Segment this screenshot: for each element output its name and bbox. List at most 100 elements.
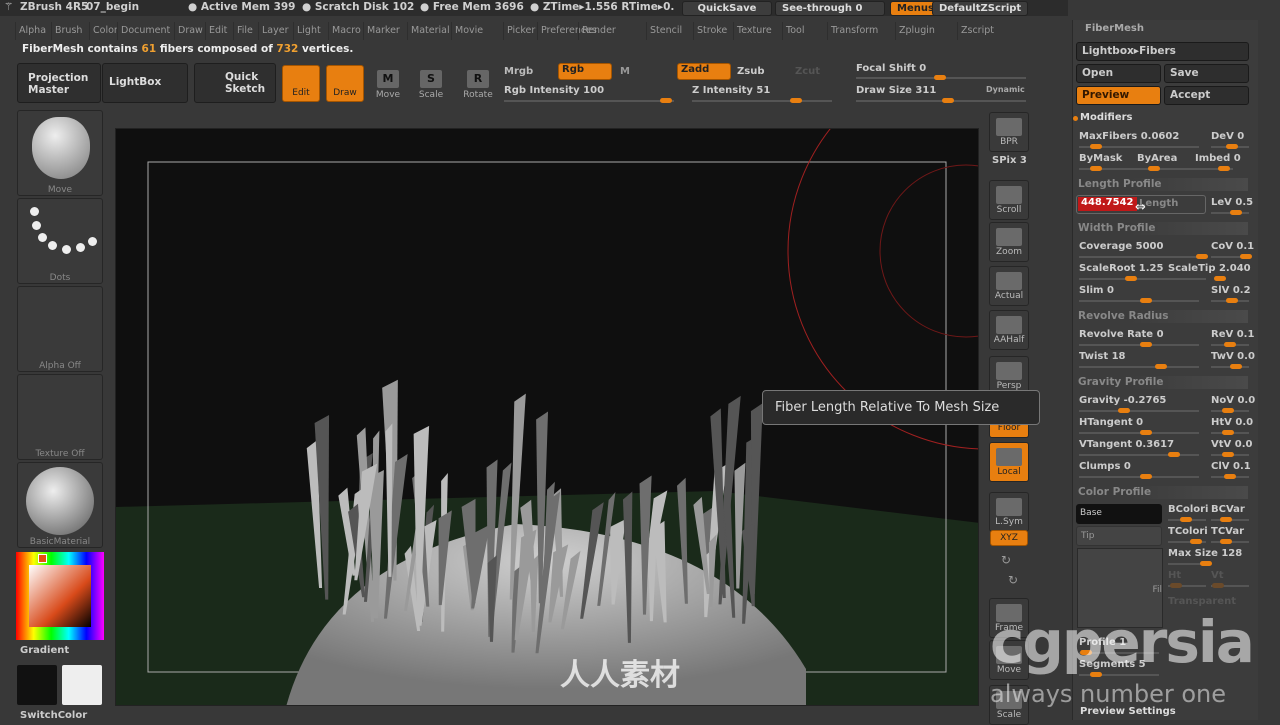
- m-button[interactable]: M: [620, 66, 630, 77]
- menu-macro[interactable]: Macro: [328, 22, 361, 40]
- slider-knob[interactable]: [1170, 583, 1182, 588]
- menu-picker[interactable]: Picker: [503, 22, 535, 40]
- slider-track[interactable]: [1168, 583, 1206, 588]
- shelf-scroll-button[interactable]: Scroll: [989, 180, 1029, 220]
- slider-track[interactable]: [1168, 539, 1206, 544]
- shelf-actual-button[interactable]: Actual: [989, 266, 1029, 306]
- lightbox-button[interactable]: LightBox: [102, 63, 188, 103]
- focal-shift-track[interactable]: [856, 75, 1026, 80]
- color-profile-header[interactable]: Color Profile: [1078, 486, 1248, 499]
- slider-track[interactable]: [1211, 144, 1249, 149]
- slider-knob[interactable]: [1212, 583, 1224, 588]
- accept-button[interactable]: Accept: [1164, 86, 1249, 105]
- tray-tile-2[interactable]: Alpha Off: [17, 286, 103, 372]
- slider-track[interactable]: [1079, 452, 1199, 457]
- width-profile-header[interactable]: Width Profile: [1078, 222, 1248, 235]
- slider-track[interactable]: [1211, 539, 1249, 544]
- shelf-aahalf-button[interactable]: AAHalf: [989, 310, 1029, 350]
- slider-knob[interactable]: [1140, 430, 1152, 435]
- slider-knob[interactable]: [1220, 517, 1232, 522]
- slider-knob[interactable]: [1226, 144, 1238, 149]
- tray-tile-3[interactable]: Texture Off: [17, 374, 103, 460]
- slider-knob[interactable]: [790, 98, 802, 103]
- slider-track[interactable]: [1168, 517, 1206, 522]
- menu-texture[interactable]: Texture: [733, 22, 772, 40]
- focal-shift-slider[interactable]: Focal Shift 0: [856, 63, 926, 74]
- slider-knob[interactable]: [1214, 276, 1226, 281]
- menu-alpha[interactable]: Alpha: [15, 22, 46, 40]
- slider-track[interactable]: [1195, 166, 1233, 171]
- slider-imbed[interactable]: Imbed 0: [1195, 153, 1241, 164]
- slider-slim[interactable]: Slim 0: [1079, 285, 1114, 296]
- slider-knob[interactable]: [1230, 364, 1242, 369]
- slider-track[interactable]: [1211, 517, 1249, 522]
- slider-track[interactable]: [1168, 561, 1212, 566]
- slider-tcvar[interactable]: TCVar: [1211, 526, 1244, 537]
- menu-zplugin[interactable]: Zplugin: [895, 22, 935, 40]
- slider-nov[interactable]: NoV 0.0: [1211, 395, 1255, 406]
- length-slider[interactable]: 448.7542 Length ⇔: [1076, 195, 1206, 215]
- menu-edit[interactable]: Edit: [205, 22, 227, 40]
- menu-transform[interactable]: Transform: [827, 22, 878, 40]
- tray-tile-1[interactable]: Dots: [17, 198, 103, 284]
- color-square[interactable]: [29, 565, 91, 627]
- rotate-mode-button[interactable]: R Rotate: [458, 66, 498, 100]
- slider-vtangent[interactable]: VTangent 0.3617: [1079, 439, 1174, 450]
- mrgb-button[interactable]: Mrgb: [504, 66, 533, 77]
- slider-htangent[interactable]: HTangent 0: [1079, 417, 1143, 428]
- slider-knob[interactable]: [1148, 166, 1160, 171]
- slider-gravity[interactable]: Gravity -0.2765: [1079, 395, 1166, 406]
- slider-knob[interactable]: [1168, 452, 1180, 457]
- slider-knob[interactable]: [1220, 539, 1232, 544]
- slider-twv[interactable]: TwV 0.0: [1211, 351, 1255, 362]
- quick-sketch-button[interactable]: Quick Sketch: [194, 63, 276, 103]
- save-button[interactable]: Save: [1164, 64, 1249, 83]
- slider-knob[interactable]: [1180, 517, 1192, 522]
- slider-track[interactable]: [1079, 254, 1208, 259]
- slider-track[interactable]: [1079, 342, 1199, 347]
- rgb-intensity-track[interactable]: [504, 98, 674, 103]
- zadd-button[interactable]: Zadd: [677, 63, 731, 80]
- slider-bcvar[interactable]: BCVar: [1211, 504, 1245, 515]
- slider-vt[interactable]: Vt: [1211, 570, 1224, 581]
- menu-file[interactable]: File: [233, 22, 253, 40]
- slider-knob[interactable]: [660, 98, 672, 103]
- slider-track[interactable]: [1079, 474, 1199, 479]
- slider-track[interactable]: [1079, 144, 1199, 149]
- length-profile-header[interactable]: Length Profile: [1078, 178, 1248, 191]
- slider-track[interactable]: [1079, 408, 1199, 413]
- slider-knob[interactable]: [1190, 539, 1202, 544]
- menu-stroke[interactable]: Stroke: [693, 22, 727, 40]
- tip-color-tab[interactable]: Tip: [1076, 526, 1162, 546]
- menu-zscript[interactable]: Zscript: [957, 22, 994, 40]
- slider-track[interactable]: [1211, 430, 1249, 435]
- slider-bymask[interactable]: ByMask: [1079, 153, 1122, 164]
- slider-htv[interactable]: HtV 0.0: [1211, 417, 1253, 428]
- slider-knob[interactable]: [1222, 408, 1234, 413]
- menu-marker[interactable]: Marker: [363, 22, 400, 40]
- menu-light[interactable]: Light: [293, 22, 321, 40]
- slider-slv[interactable]: SlV 0.2: [1211, 285, 1251, 296]
- menu-draw[interactable]: Draw: [174, 22, 203, 40]
- slider-cov[interactable]: CoV 0.1: [1211, 241, 1254, 252]
- edit-mode-button[interactable]: Edit: [282, 65, 320, 102]
- lightbox-fibers-button[interactable]: Lightbox▸Fibers: [1076, 42, 1249, 61]
- slider-knob[interactable]: [1230, 210, 1242, 215]
- slider-track[interactable]: [1211, 474, 1249, 479]
- slider-knob[interactable]: [934, 75, 946, 80]
- slider-knob[interactable]: [1222, 430, 1234, 435]
- menu-material[interactable]: Material: [407, 22, 450, 40]
- spix-slider[interactable]: SPix 3: [992, 155, 1027, 166]
- slider-ht[interactable]: Ht: [1168, 570, 1181, 581]
- slider-track[interactable]: [1079, 430, 1199, 435]
- slider-rev[interactable]: ReV 0.1: [1211, 329, 1254, 340]
- slider-knob[interactable]: [1125, 276, 1137, 281]
- menu-render[interactable]: Render: [578, 22, 616, 40]
- projection-master-button[interactable]: Projection Master: [17, 63, 101, 103]
- gravity-profile-header[interactable]: Gravity Profile: [1078, 376, 1248, 389]
- menu-tool[interactable]: Tool: [782, 22, 804, 40]
- draw-size-track[interactable]: [856, 98, 1026, 103]
- slider-track[interactable]: [1168, 276, 1226, 281]
- slider-twist[interactable]: Twist 18: [1079, 351, 1126, 362]
- slider-knob[interactable]: [1118, 408, 1130, 413]
